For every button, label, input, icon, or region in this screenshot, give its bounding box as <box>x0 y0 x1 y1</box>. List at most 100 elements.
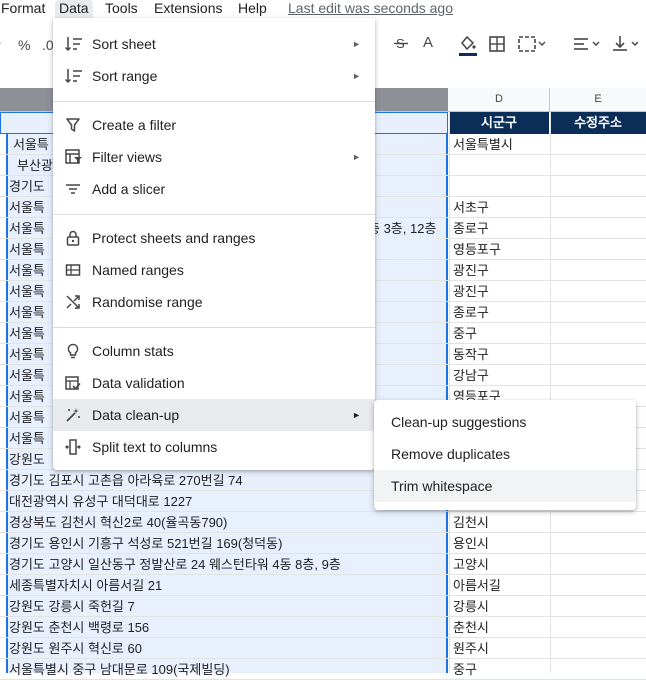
cell-address[interactable]: 세종특별자치시 아름서길 21 <box>9 575 162 596</box>
cell-address[interactable]: 서울특 <box>9 302 45 323</box>
merge-cells-icon[interactable] <box>518 36 546 52</box>
cell-address[interactable]: 서울특 <box>9 239 45 260</box>
fill-color-icon[interactable] <box>458 34 478 56</box>
cell-sigungu[interactable]: 영등포구 <box>453 239 501 260</box>
cell-address[interactable]: 경기도 김포시 고촌읍 아라육로 270번길 74 <box>9 470 243 491</box>
cell-sigungu[interactable]: 종로구 <box>453 218 489 239</box>
cell-address[interactable]: 서울특 <box>9 281 45 302</box>
menu-item-sort-sheet[interactable]: Sort sheet ► <box>53 28 375 60</box>
menu-item-randomise-range[interactable]: Randomise range <box>53 286 375 318</box>
cell-address[interactable]: 서울특 <box>9 260 45 281</box>
menu-item-data-validation[interactable]: Data validation <box>53 367 375 399</box>
cell-address[interactable]: 강원도 원주시 혁신로 60 <box>9 638 142 659</box>
menu-item-split-text[interactable]: Split text to columns <box>53 431 375 463</box>
vertical-align-icon[interactable] <box>612 35 642 53</box>
submenu-item-trim-whitespace[interactable]: Trim whitespace <box>374 470 636 502</box>
cell-sigungu[interactable]: 광진구 <box>453 281 489 302</box>
cell-address[interactable]: 서울특 <box>9 365 45 386</box>
cell-address[interactable]: 경상북도 김천시 혁신2로 40(율곡동790) <box>9 512 227 533</box>
submenu-item-cleanup-suggestions[interactable]: Clean-up suggestions <box>374 406 636 438</box>
column-header-e[interactable]: E <box>550 88 646 111</box>
menu-data[interactable]: Data <box>55 0 93 18</box>
data-menu: Sort sheet ► Sort range ► Create a filte… <box>53 18 375 470</box>
menu-item-data-clean-up[interactable]: Data clean-up ► <box>53 399 375 431</box>
cell-sigungu[interactable]: 고양시 <box>453 554 489 575</box>
header-cell-sigungu[interactable]: 시군구 <box>449 112 549 134</box>
menu-item-named-ranges[interactable]: Named ranges <box>53 254 375 286</box>
cell-sigungu[interactable]: 춘천시 <box>453 617 489 638</box>
menu-separator <box>53 101 375 102</box>
last-edit-link[interactable]: Last edit was seconds ago <box>288 0 453 16</box>
text-color-button[interactable]: A <box>423 35 433 51</box>
lightbulb-icon <box>65 343 81 359</box>
cell-sigungu[interactable]: 용인시 <box>453 533 489 554</box>
cell-sigungu[interactable]: 광진구 <box>453 260 489 281</box>
cell-sigungu[interactable]: 원주시 <box>453 638 489 659</box>
sort-icon <box>65 36 82 52</box>
named-ranges-icon <box>65 262 81 278</box>
submenu-item-label: Remove duplicates <box>391 446 511 462</box>
filter-icon <box>65 117 81 133</box>
cell-address[interactable]: 서울특별시 중구 남대문로 109(국제빌딩) <box>9 659 230 680</box>
currency-icon[interactable]: ᐧ <box>0 36 1 52</box>
menu-item-create-filter[interactable]: Create a filter <box>53 109 375 141</box>
cell-sigungu[interactable]: 아름서길 <box>453 575 501 596</box>
cell-address[interactable]: 강원도 춘천시 백령로 156 <box>9 617 149 638</box>
cell-address[interactable]: 서울특 <box>9 197 45 218</box>
menu-item-label: Data clean-up <box>92 407 180 423</box>
cell-address[interactable]: 강원도 강릉시 죽헌길 7 <box>9 596 135 617</box>
cell-address[interactable]: 서울특 <box>9 407 45 428</box>
submenu-item-label: Trim whitespace <box>391 478 493 494</box>
cell-address[interactable]: 서울특 <box>9 344 45 365</box>
menu-separator <box>53 214 375 215</box>
cell-sigungu[interactable]: 중구 <box>453 659 477 680</box>
submenu-item-remove-duplicates[interactable]: Remove duplicates <box>374 438 636 470</box>
cell-address[interactable]: 강원도 <box>9 449 45 470</box>
cell-sigungu[interactable]: 강릉시 <box>453 596 489 617</box>
strikethrough-icon[interactable]: S <box>393 35 409 51</box>
cell-sigungu[interactable]: 서초구 <box>453 197 489 218</box>
menu-item-label: Split text to columns <box>92 439 218 455</box>
cell-address[interactable]: 경기도 고양시 일산동구 정발산로 24 웨스턴타워 4동 8층, 9층 <box>9 554 341 575</box>
cell-sigungu[interactable]: 종로구 <box>453 302 489 323</box>
cell-sigungu[interactable]: 김천시 <box>453 512 489 533</box>
cell-address[interactable]: 서울특 <box>9 428 45 449</box>
menu-item-label: Add a slicer <box>92 181 166 197</box>
cell-address[interactable]: 경기도 용인시 기흥구 석성로 521번길 169(청덕동) <box>9 533 282 554</box>
menu-tools[interactable]: Tools <box>105 0 138 18</box>
menu-item-protect-sheets[interactable]: Protect sheets and ranges <box>53 222 375 254</box>
sort-icon <box>65 68 82 84</box>
cell-address[interactable]: 대전광역시 유성구 대덕대로 1227 <box>9 491 192 512</box>
data-validation-icon <box>65 375 81 391</box>
cell-address[interactable]: 서울특 <box>9 323 45 344</box>
menu-item-label: Filter views <box>92 149 163 165</box>
menu-item-label: Protect sheets and ranges <box>92 230 256 246</box>
menu-format[interactable]: Format <box>1 0 45 18</box>
split-columns-icon <box>65 439 81 455</box>
menu-extensions[interactable]: Extensions <box>154 0 222 18</box>
menu-item-column-stats[interactable]: Column stats <box>53 335 375 367</box>
menu-item-filter-views[interactable]: Filter views ► <box>53 141 375 173</box>
menu-item-add-slicer[interactable]: Add a slicer <box>53 173 375 205</box>
cell-sigungu[interactable]: 서울특별시 <box>453 134 513 155</box>
decimal-button[interactable]: .0 <box>42 37 54 53</box>
cell-sigungu[interactable]: 중구 <box>453 323 477 344</box>
cell-address[interactable]: 부산광 <box>17 155 53 176</box>
cell-sigungu[interactable]: 동작구 <box>453 344 489 365</box>
borders-icon[interactable] <box>489 36 505 52</box>
cell-sigungu[interactable]: 강남구 <box>453 365 489 386</box>
menu-item-sort-range[interactable]: Sort range ► <box>53 60 375 92</box>
menu-help[interactable]: Help <box>238 0 267 18</box>
percent-button[interactable]: % <box>18 37 30 53</box>
column-header-d[interactable]: D <box>449 88 550 111</box>
submenu-arrow-icon: ► <box>352 39 361 49</box>
header-cell-revised-address[interactable]: 수정주소 <box>550 112 646 134</box>
cell-address[interactable]: 경기도 <box>9 176 45 197</box>
menu-separator <box>53 327 375 328</box>
cell-address[interactable]: 서울특 <box>9 218 45 239</box>
menu-item-label: Create a filter <box>92 117 177 133</box>
horizontal-align-icon[interactable] <box>573 36 603 52</box>
cell-address[interactable]: 서울특 <box>13 134 49 155</box>
cell-address[interactable]: 서울특 <box>9 386 45 407</box>
lock-icon <box>65 230 81 246</box>
